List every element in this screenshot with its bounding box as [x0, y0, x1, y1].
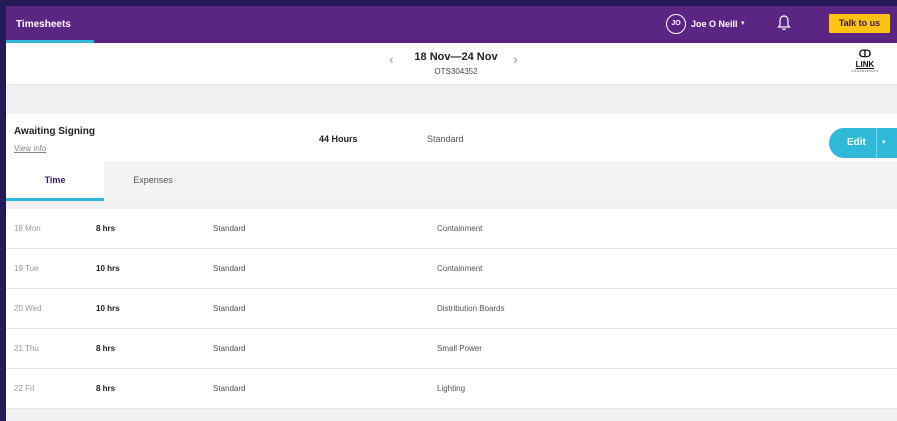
user-menu-caret-icon[interactable]: ▾: [741, 19, 745, 27]
bell-icon[interactable]: [776, 14, 792, 32]
timesheet-summary: Awaiting Signing View info 44 Hours Stan…: [6, 114, 897, 161]
previous-week-chevron-icon[interactable]: ‹: [389, 51, 394, 67]
edit-dropdown-caret-icon[interactable]: ▾: [882, 138, 886, 146]
link-logo-icon: ↀ LINK CONSULTANTS: [850, 50, 880, 76]
entry-task: Containment: [437, 264, 483, 273]
week-range: 18 Nov—24 Nov: [414, 51, 498, 63]
entry-rate-type: Standard: [213, 264, 246, 273]
top-navigation: Timesheets JO Joe O Neill ▾ Talk to us: [6, 6, 897, 43]
entry-rate-type: Standard: [213, 344, 246, 353]
time-entry-row[interactable]: 20 Wed 10 hrs Standard Distribution Boar…: [6, 289, 897, 329]
nav-tab-timesheets[interactable]: Timesheets: [6, 6, 94, 43]
entry-day: 22 Fri: [14, 384, 35, 393]
time-entries-list: 18 Mon 8 hrs Standard Containment 19 Tue…: [6, 209, 897, 409]
entry-day: 19 Tue: [14, 264, 39, 273]
time-entry-row[interactable]: 21 Thu 8 hrs Standard Small Power: [6, 329, 897, 369]
time-entry-row[interactable]: 22 Fri 8 hrs Standard Lighting: [6, 369, 897, 409]
time-entry-row[interactable]: 19 Tue 10 hrs Standard Containment: [6, 249, 897, 289]
entry-day: 20 Wed: [14, 304, 42, 313]
tab-expenses[interactable]: Expenses: [104, 161, 202, 201]
status-title: Awaiting Signing: [14, 126, 95, 137]
entry-rate-type: Standard: [213, 224, 246, 233]
entry-hours: 10 hrs: [96, 264, 120, 273]
entry-rate-type: Standard: [213, 384, 246, 393]
nav-tab-label: Timesheets: [16, 19, 71, 30]
week-selector: ‹ 18 Nov—24 Nov OTS304352 › ↀ LINK CONSU…: [6, 43, 897, 85]
total-hours: 44 Hours: [319, 134, 358, 144]
entry-rate-type: Standard: [213, 304, 246, 313]
next-week-chevron-icon[interactable]: ›: [513, 51, 518, 67]
tab-time[interactable]: Time: [6, 161, 104, 201]
tab-expenses-label: Expenses: [133, 175, 173, 185]
entry-task: Containment: [437, 224, 483, 233]
entry-day: 18 Mon: [14, 224, 41, 233]
timesheet-reference: OTS304352: [434, 67, 478, 76]
entry-task: Small Power: [437, 344, 482, 353]
logo-mark: ↀ: [858, 49, 872, 60]
user-name[interactable]: Joe O Neill: [691, 19, 738, 29]
entry-task: Lighting: [437, 384, 466, 393]
entry-hours: 8 hrs: [96, 344, 116, 353]
talk-to-us-button[interactable]: Talk to us: [829, 14, 890, 33]
rate-type: Standard: [427, 134, 464, 144]
entry-task: Distribution Boards: [437, 304, 505, 313]
entry-hours: 8 hrs: [96, 224, 116, 233]
time-entry-row[interactable]: 18 Mon 8 hrs Standard Containment: [6, 209, 897, 249]
logo-subtext: CONSULTANTS: [851, 69, 879, 73]
entry-day: 21 Thu: [14, 344, 39, 353]
edit-button-label: Edit: [847, 137, 866, 148]
entry-hours: 10 hrs: [96, 304, 120, 313]
edit-button-divider: [876, 128, 877, 158]
logo-text: LINK: [855, 60, 875, 69]
edit-button[interactable]: Edit ▾: [829, 128, 897, 158]
user-avatar-icon[interactable]: JO: [666, 14, 686, 34]
view-info-link[interactable]: View info: [14, 144, 46, 153]
timesheet-tabs: Time Expenses: [6, 161, 897, 201]
tab-time-label: Time: [44, 175, 66, 185]
app-frame: Timesheets JO Joe O Neill ▾ Talk to us ‹…: [6, 6, 897, 421]
active-tab-indicator: [6, 198, 104, 201]
entry-hours: 8 hrs: [96, 384, 116, 393]
